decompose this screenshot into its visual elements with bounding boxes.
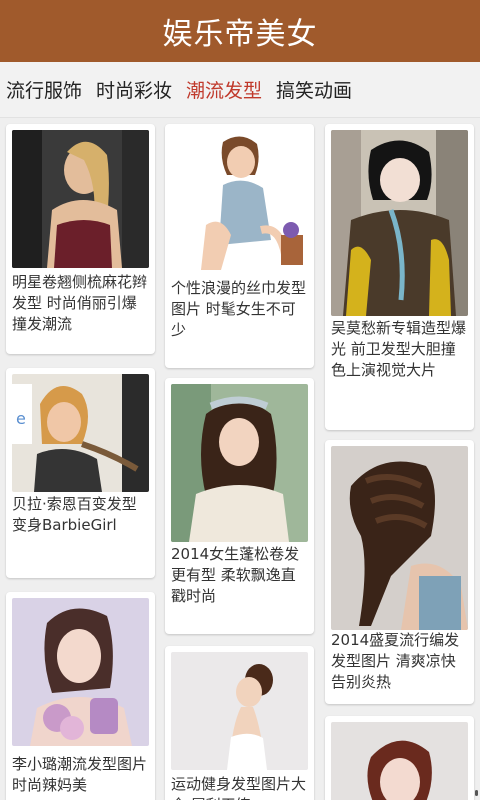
photo-thumbnail[interactable] — [171, 652, 308, 770]
photo-card[interactable]: e 贝拉·索恩百变发型 变身BarbieGirl — [6, 368, 155, 578]
app-header: 娱乐帝美女 — [0, 0, 480, 62]
photo-card[interactable] — [325, 716, 474, 800]
photo-card[interactable]: 李小璐潮流发型图片 时尚辣妈美 — [6, 592, 155, 800]
photo-card[interactable]: 明星卷翘侧梳麻花辫发型 时尚俏丽引爆撞发潮流 — [6, 124, 155, 354]
photo-thumbnail[interactable] — [171, 384, 308, 542]
photo-caption: 李小璐潮流发型图片 时尚辣妈美 — [12, 755, 148, 794]
photo-thumbnail[interactable] — [331, 722, 468, 800]
photo-caption: 运动健身发型图片大全 犀利干练 — [171, 775, 307, 800]
photo-card[interactable]: 个性浪漫的丝巾发型图片 时髦女生不可少 — [165, 124, 314, 368]
photo-thumbnail[interactable] — [12, 598, 149, 746]
photo-thumbnail[interactable] — [331, 446, 468, 630]
photo-caption: 个性浪漫的丝巾发型图片 时髦女生不可少 — [171, 279, 307, 339]
photo-caption: 2014盛夏流行编发发型图片 清爽凉快告别炎热 — [331, 631, 460, 691]
scrollbar-thumb[interactable] — [475, 790, 478, 796]
photo-grid: 明星卷翘侧梳麻花辫发型 时尚俏丽引爆撞发潮流 e 贝拉·索恩百变发型 变身Bar… — [0, 118, 480, 800]
photo-card[interactable]: 吴莫愁新专辑造型爆光 前卫发型大胆撞色上演视觉大片 — [325, 124, 474, 430]
photo-card[interactable]: 2014盛夏流行编发发型图片 清爽凉快告别炎热 — [325, 440, 474, 704]
photo-thumbnail[interactable] — [171, 130, 308, 276]
photo-thumbnail[interactable]: e — [12, 374, 149, 492]
app-title: 娱乐帝美女 — [162, 17, 318, 52]
photo-thumbnail[interactable] — [331, 130, 468, 316]
photo-card[interactable]: 2014女生蓬松卷发更有型 柔软飘逸直戳时尚 — [165, 378, 314, 634]
photo-caption: 明星卷翘侧梳麻花辫发型 时尚俏丽引爆撞发潮流 — [12, 273, 148, 333]
photo-card[interactable]: 运动健身发型图片大全 犀利干练 — [165, 646, 314, 800]
photo-caption: 吴莫愁新专辑造型爆光 前卫发型大胆撞色上演视觉大片 — [331, 319, 467, 379]
tab-hairstyle[interactable]: 潮流发型 — [186, 76, 262, 103]
tab-makeup[interactable]: 时尚彩妆 — [96, 76, 172, 103]
photo-caption: 2014女生蓬松卷发更有型 柔软飘逸直戳时尚 — [171, 545, 300, 605]
tab-funny-animation[interactable]: 搞笑动画 — [276, 76, 352, 103]
photo-thumbnail[interactable] — [12, 130, 149, 268]
photo-caption: 贝拉·索恩百变发型 变身BarbieGirl — [12, 495, 137, 534]
svg-text:e: e — [16, 409, 26, 428]
category-tabs: 流行服饰 时尚彩妆 潮流发型 搞笑动画 — [0, 62, 480, 118]
tab-fashion[interactable]: 流行服饰 — [6, 76, 82, 103]
